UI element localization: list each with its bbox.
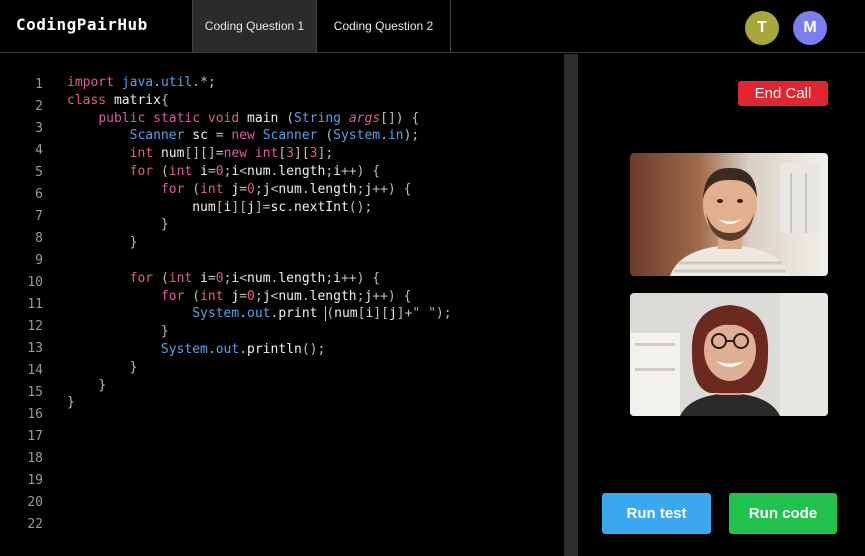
line-number-gutter: 1 2 3 4 5 6 7 8 9 10 11 12 13 14 15 16 1… [0, 74, 50, 536]
code-line[interactable]: Scanner sc = new Scanner (System.in); [67, 127, 452, 145]
line-number: 20 [27, 495, 43, 510]
code-line[interactable]: System.out.print (num[i][j]+" "); [67, 305, 452, 323]
code-line[interactable]: for (int i=0;i<num.length;i++) { [67, 163, 452, 181]
code-line[interactable]: class matrix{ [67, 92, 452, 110]
video-participant-2 [630, 293, 828, 416]
line-number: 22 [27, 517, 43, 532]
code-line[interactable]: } [67, 377, 452, 395]
code-line[interactable]: num[i][j]=sc.nextInt(); [67, 199, 452, 217]
line-number: 15 [27, 385, 43, 400]
app-brand: CodingPairHub [16, 15, 148, 34]
line-number: 2 [35, 99, 43, 114]
line-number: 11 [27, 297, 43, 312]
participant-avatar-m[interactable]: M [793, 11, 827, 45]
line-number: 1 [35, 77, 43, 92]
line-number: 5 [35, 165, 43, 180]
line-number: 17 [27, 429, 43, 444]
line-number: 7 [35, 209, 43, 224]
tab-coding-question-1[interactable]: Coding Question 1 [192, 0, 317, 52]
code-line[interactable]: } [67, 216, 452, 234]
code-line[interactable]: } [67, 234, 452, 252]
line-number: 19 [27, 473, 43, 488]
code-line[interactable]: } [67, 323, 452, 341]
code-line[interactable]: } [67, 394, 452, 412]
code-line[interactable]: int num[][]=new int[3][3]; [67, 145, 452, 163]
code-line[interactable]: for (int j=0;j<num.length;j++) { [67, 288, 452, 306]
code-editor[interactable]: 1 2 3 4 5 6 7 8 9 10 11 12 13 14 15 16 1… [0, 54, 564, 556]
line-number: 9 [35, 253, 43, 268]
line-number: 10 [27, 275, 43, 290]
top-bar: CodingPairHub Coding Question 1 Coding Q… [0, 0, 865, 53]
line-number: 18 [27, 451, 43, 466]
code-line[interactable]: public static void main (String args[]) … [67, 110, 452, 128]
code-line[interactable]: } [67, 359, 452, 377]
line-number: 3 [35, 121, 43, 136]
line-number: 13 [27, 341, 43, 356]
line-number: 6 [35, 187, 43, 202]
run-test-button[interactable]: Run test [602, 493, 711, 534]
line-number: 8 [35, 231, 43, 246]
code-line[interactable] [67, 252, 452, 270]
run-code-button[interactable]: Run code [729, 493, 837, 534]
editor-scrollbar[interactable] [564, 54, 578, 556]
video-participant-1 [630, 153, 828, 276]
code-line[interactable]: for (int i=0;i<num.length;i++) { [67, 270, 452, 288]
line-number: 4 [35, 143, 43, 158]
code-line[interactable]: System.out.println(); [67, 341, 452, 359]
line-number: 16 [27, 407, 43, 422]
code-line[interactable]: for (int j=0;j<num.length;j++) { [67, 181, 452, 199]
video-feed-1 [630, 153, 828, 276]
tab-coding-question-2[interactable]: Coding Question 2 [317, 0, 451, 52]
video-feed-2 [630, 293, 828, 416]
code-content[interactable]: import java.util.*; class matrix{ public … [67, 74, 452, 412]
participant-avatar-t[interactable]: T [745, 11, 779, 45]
line-number: 14 [27, 363, 43, 378]
line-number: 12 [27, 319, 43, 334]
code-line[interactable]: import java.util.*; [67, 74, 452, 92]
end-call-button[interactable]: End Call [738, 81, 828, 106]
